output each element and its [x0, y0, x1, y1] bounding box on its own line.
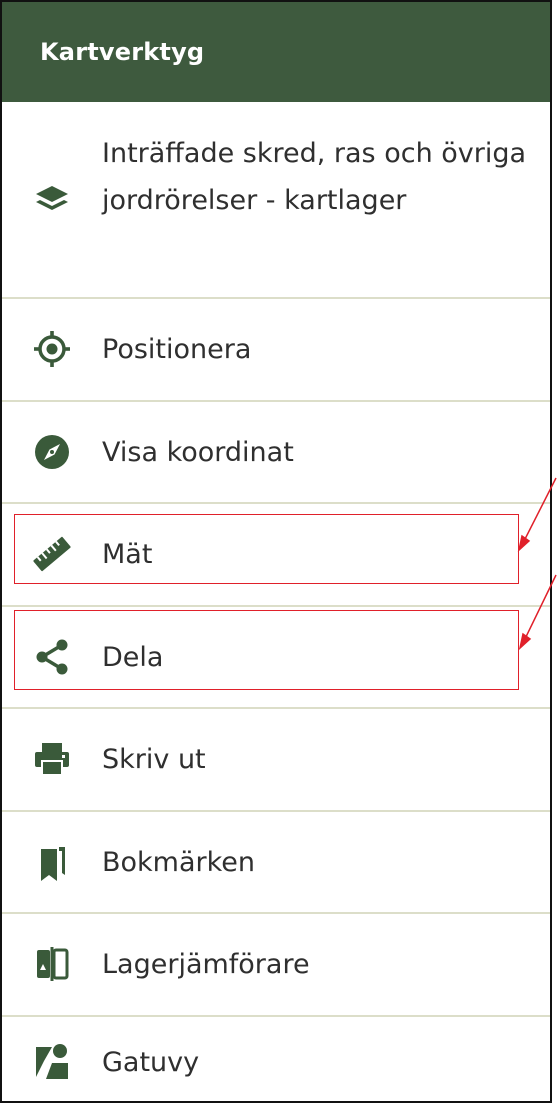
menu-item-bokmarken[interactable]: Bokmärken: [2, 812, 550, 914]
compare-icon: [30, 942, 74, 986]
bookmarks-icon: [30, 841, 74, 885]
street-view-icon: [30, 1039, 74, 1083]
menu-item-skriv-ut[interactable]: Skriv ut: [2, 709, 550, 812]
menu-item-label: Bokmärken: [102, 847, 256, 878]
menu-item-label: Lagerjämförare: [102, 949, 310, 980]
panel-header: Kartverktyg: [2, 2, 550, 102]
panel-title: Kartverktyg: [40, 38, 205, 66]
menu-item-label: Visa koordinat: [102, 437, 294, 468]
menu-item-label: Gatuvy: [102, 1047, 200, 1078]
menu-item-label: Skriv ut: [102, 744, 206, 775]
menu-item-label: Positionera: [102, 334, 252, 365]
menu-item-visa-koordinat[interactable]: Visa koordinat: [2, 402, 550, 504]
layers-icon: [30, 178, 74, 222]
menu-item-kartlager[interactable]: Inträffade skred, ras och övriga jordrör…: [2, 102, 550, 299]
highlight-box-dela: [14, 610, 519, 690]
compass-icon: [30, 430, 74, 474]
crosshair-icon: [30, 327, 74, 371]
highlight-box-mat: [14, 514, 519, 584]
menu-item-label: Inträffade skred, ras och övriga jordrör…: [102, 138, 527, 216]
printer-icon: [30, 737, 74, 781]
menu-item-lagerjamforare[interactable]: Lagerjämförare: [2, 914, 550, 1017]
menu-item-positionera[interactable]: Positionera: [2, 299, 550, 402]
menu-item-gatuvy[interactable]: Gatuvy: [2, 1017, 550, 1101]
